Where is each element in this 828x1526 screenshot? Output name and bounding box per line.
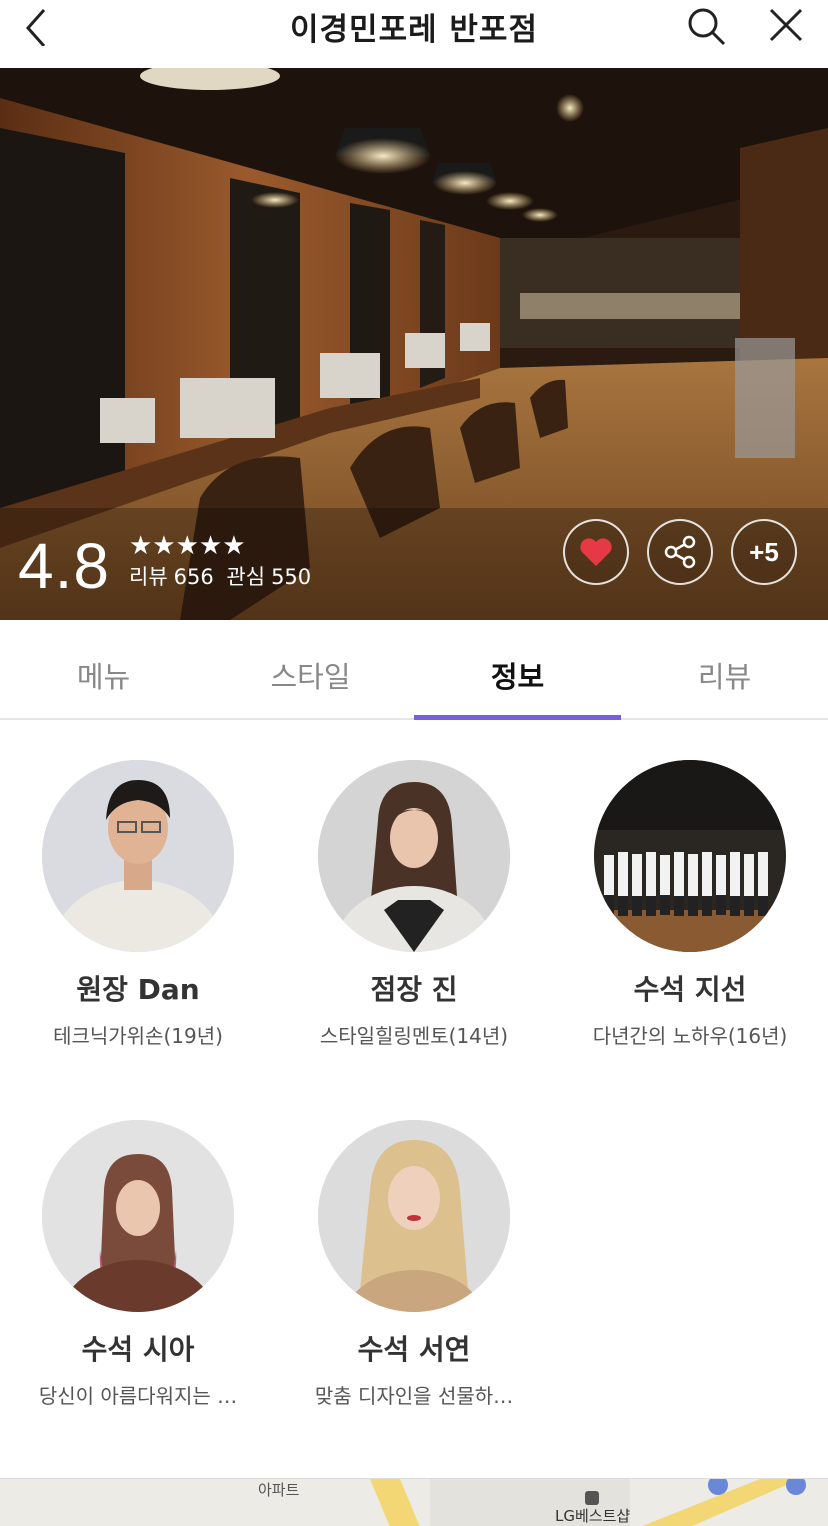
- interest-label: 관심: [226, 565, 266, 589]
- rating-score: 4.8: [18, 530, 110, 602]
- close-icon[interactable]: [764, 4, 808, 48]
- map-tiles: [0, 1479, 828, 1526]
- map-label-lg-bestshop: LG베스트샵: [555, 1507, 631, 1525]
- staff-card-jiseon[interactable]: 수석 지선 다년간의 노하우(16년): [552, 760, 828, 1049]
- avatar: [42, 1120, 234, 1312]
- location-map[interactable]: 아파트 LG베스트샵: [0, 1478, 828, 1526]
- tab-info[interactable]: 정보: [414, 620, 621, 720]
- heart-icon: [580, 538, 612, 566]
- staff-name: 점장 진: [370, 973, 458, 1006]
- share-icon: [664, 535, 696, 569]
- staff-name: 수석 시아: [81, 1333, 195, 1366]
- avatar: [594, 760, 786, 952]
- search-icon[interactable]: [684, 4, 728, 48]
- review-count: 656: [173, 565, 214, 589]
- rating-stars: ★★★★★: [129, 531, 246, 561]
- map-label-apartment: 아파트: [258, 1481, 300, 1499]
- review-label: 리뷰: [129, 565, 168, 589]
- tab-style[interactable]: 스타일: [207, 620, 414, 718]
- avatar: [318, 1120, 510, 1312]
- staff-card-jin[interactable]: 점장 진 스타일힐링멘토(14년): [276, 760, 552, 1049]
- staff-name: 수석 서연: [357, 1333, 471, 1366]
- like-button[interactable]: [563, 519, 629, 585]
- staff-card-sia[interactable]: 수석 시아 당신이 아름다워지는 …: [0, 1120, 276, 1409]
- salon-hero-photo[interactable]: 4.8 ★★★★★ 리뷰 656 관심 550 +5: [0, 68, 828, 620]
- staff-name: 원장 Dan: [76, 973, 200, 1006]
- avatar: [318, 760, 510, 952]
- staff-description: 테크닉가위손(19년): [53, 1024, 223, 1048]
- staff-card-seoyeon[interactable]: 수석 서연 맞춤 디자인을 선물하…: [276, 1120, 552, 1409]
- staff-description: 맞춤 디자인을 선물하…: [314, 1384, 514, 1408]
- top-bar: 이경민포레 반포점: [0, 0, 828, 68]
- review-interest-counts: 리뷰 656 관심 550: [129, 567, 317, 588]
- more-photos-button[interactable]: +5: [731, 519, 797, 585]
- staff-description: 다년간의 노하우(16년): [592, 1024, 788, 1048]
- tab-review[interactable]: 리뷰: [621, 620, 828, 718]
- staff-card-dan[interactable]: 원장 Dan 테크닉가위손(19년): [0, 760, 276, 1049]
- staff-description: 당신이 아름다워지는 …: [38, 1384, 238, 1408]
- staff-description: 스타일힐링멘토(14년): [319, 1024, 509, 1048]
- avatar: [42, 760, 234, 952]
- share-button[interactable]: [647, 519, 713, 585]
- staff-name: 수석 지선: [633, 973, 747, 1006]
- tab-bar: 메뉴 스타일 정보 리뷰: [0, 620, 828, 720]
- tab-menu[interactable]: 메뉴: [0, 620, 207, 718]
- interest-count: 550: [271, 565, 312, 589]
